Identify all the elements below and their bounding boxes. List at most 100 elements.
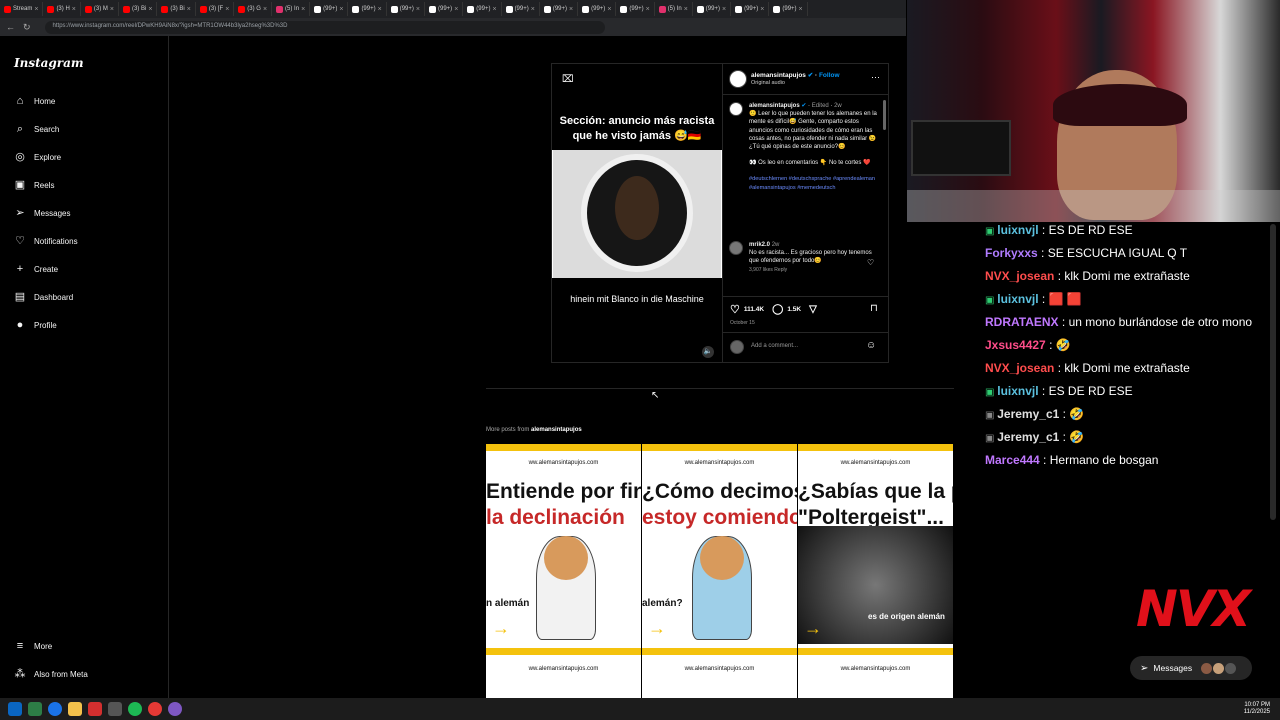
sidebar-item-create[interactable]: + Create xyxy=(14,263,58,275)
also-from-meta[interactable]: ⁂ Also from Meta xyxy=(14,668,88,680)
close-tab-icon[interactable]: × xyxy=(148,6,152,13)
browser-tab[interactable]: (99+) × xyxy=(693,2,732,16)
close-tab-icon[interactable]: × xyxy=(110,6,114,13)
close-tab-icon[interactable]: × xyxy=(72,6,76,13)
comment-likes[interactable]: 3,907 likes xyxy=(749,267,773,273)
instagram-logo[interactable]: Instagram xyxy=(14,56,84,70)
close-tab-icon[interactable]: × xyxy=(569,6,573,13)
browser-tab[interactable]: (99+) × xyxy=(310,2,349,16)
close-tab-icon[interactable]: × xyxy=(722,6,726,13)
browser-tab[interactable]: (99+) × xyxy=(769,2,808,16)
app-icon[interactable] xyxy=(148,702,162,716)
chrome-icon[interactable] xyxy=(48,702,62,716)
app-icon[interactable] xyxy=(88,702,102,716)
sidebar-item-home[interactable]: ⌂ Home xyxy=(14,95,56,107)
comment-username[interactable]: mrik2.0 xyxy=(749,242,770,248)
comment-icon[interactable]: ◯ xyxy=(772,304,783,315)
chat-username[interactable]: Jxsus4427 xyxy=(985,338,1046,352)
browser-tab[interactable]: (3) M × xyxy=(81,2,119,16)
close-tab-icon[interactable]: × xyxy=(607,6,611,13)
author-username[interactable]: alemansintapujos xyxy=(751,72,806,79)
back-icon[interactable]: ← xyxy=(6,22,15,32)
browser-tab[interactable]: (99+) × xyxy=(616,2,655,16)
close-tab-icon[interactable]: × xyxy=(492,6,496,13)
browser-tab[interactable]: Stream × xyxy=(0,2,44,16)
more-post-thumbnail[interactable]: ww.alemansintapujos.com ¿Sabías que la pa… xyxy=(798,444,953,698)
browser-tab[interactable]: (99+) × xyxy=(578,2,617,16)
browser-tab[interactable]: (99+) × xyxy=(348,2,387,16)
audio-label[interactable]: Original audio xyxy=(751,80,785,86)
chat-username[interactable]: RDRATAENX xyxy=(985,315,1059,329)
close-tab-icon[interactable]: × xyxy=(339,6,343,13)
close-tab-icon[interactable]: × xyxy=(799,6,803,13)
browser-tab[interactable]: (5) In × xyxy=(272,2,311,16)
more-menu[interactable]: ≡ More xyxy=(14,640,52,652)
scrollbar[interactable] xyxy=(883,100,886,130)
sidebar-item-dashboard[interactable]: ▤ Dashboard xyxy=(14,291,73,303)
close-tab-icon[interactable]: × xyxy=(454,6,458,13)
sidebar-item-messages[interactable]: ➢ Messages xyxy=(14,207,70,219)
sidebar-item-profile[interactable]: ● Profile xyxy=(14,319,57,331)
sidebar-item-search[interactable]: ⌕ Search xyxy=(14,123,59,135)
more-post-thumbnail[interactable]: ww.alemansintapujos.com ¿Cómo decimos esto… xyxy=(642,444,797,698)
more-posts-user[interactable]: alemansintapujos xyxy=(531,427,582,433)
close-tab-icon[interactable]: × xyxy=(301,6,305,13)
close-tab-icon[interactable]: × xyxy=(531,6,535,13)
crop-icon[interactable]: ⌧ xyxy=(562,74,574,85)
save-icon[interactable]: ⊓ xyxy=(870,303,878,314)
chat-username[interactable]: Jeremy_c1 xyxy=(997,407,1059,421)
clock-time[interactable]: 10:07 PM xyxy=(1244,702,1270,709)
reload-icon[interactable]: ↻ xyxy=(23,22,31,33)
browser-tab[interactable]: (99+) × xyxy=(731,2,770,16)
follow-button[interactable]: Follow xyxy=(819,72,840,79)
close-tab-icon[interactable]: × xyxy=(34,6,38,13)
close-tab-icon[interactable]: × xyxy=(760,6,764,13)
chat-username[interactable]: Forkyxxs xyxy=(985,246,1038,260)
close-tab-icon[interactable]: × xyxy=(225,6,229,13)
hashtags[interactable]: #deutschlernen #deutschsprache #aprendea… xyxy=(749,175,881,191)
chat-username[interactable]: luixnvjl xyxy=(997,292,1038,306)
share-icon[interactable]: ▽ xyxy=(809,304,817,315)
caption-avatar[interactable] xyxy=(729,102,743,116)
browser-tab[interactable]: (99+) × xyxy=(540,2,579,16)
browser-tab[interactable]: (5) In × xyxy=(655,2,693,16)
app-icon[interactable] xyxy=(108,702,122,716)
close-tab-icon[interactable]: × xyxy=(684,6,688,13)
clock-date[interactable]: 11/2/2025 xyxy=(1244,709,1270,716)
messages-pill[interactable]: ➢ Messages xyxy=(1130,656,1252,680)
close-tab-icon[interactable]: × xyxy=(416,6,420,13)
author-avatar[interactable] xyxy=(729,70,747,88)
chat-username[interactable]: Marce444 xyxy=(985,453,1040,467)
more-post-thumbnail[interactable]: ww.alemansintapujos.com Entiende por fin l… xyxy=(486,444,641,698)
sidebar-item-reels[interactable]: ▣ Reels xyxy=(14,179,55,191)
comment-like-icon[interactable]: ♡ xyxy=(867,258,874,267)
page-scrollbar[interactable] xyxy=(1270,224,1276,520)
caption-username[interactable]: alemansintapujos xyxy=(749,103,800,109)
add-comment-input[interactable]: Add a comment... xyxy=(751,343,861,349)
close-tab-icon[interactable]: × xyxy=(263,6,267,13)
mute-icon[interactable]: 🔈 xyxy=(702,346,714,358)
browser-tab[interactable]: (99+) × xyxy=(463,2,502,16)
start-icon[interactable] xyxy=(8,702,22,716)
more-options-icon[interactable]: ⋯ xyxy=(871,72,880,83)
browser-tab[interactable]: (3) H × xyxy=(43,2,81,16)
like-count[interactable]: 111.4K xyxy=(744,306,764,313)
comment-count[interactable]: 1.5K xyxy=(787,306,801,313)
reel-video[interactable]: ⌧ Sección: anuncio más racista que he vi… xyxy=(552,64,722,362)
chat-username[interactable]: Jeremy_c1 xyxy=(997,430,1059,444)
app-icon[interactable] xyxy=(28,702,42,716)
browser-tab[interactable]: (99+) × xyxy=(387,2,425,16)
browser-tab[interactable]: (3) Bi × xyxy=(157,2,196,16)
chat-username[interactable]: luixnvjl xyxy=(997,223,1038,237)
spotify-icon[interactable] xyxy=(128,702,142,716)
url-field[interactable]: https://www.instagram.com/reel/DPwKH9AiN… xyxy=(44,20,605,34)
browser-tab[interactable]: (99+) × xyxy=(502,2,540,16)
sidebar-item-explore[interactable]: ◎ Explore xyxy=(14,151,61,163)
chat-username[interactable]: NVX_josean xyxy=(985,361,1054,375)
close-tab-icon[interactable]: × xyxy=(646,6,650,13)
close-tab-icon[interactable]: × xyxy=(187,6,191,13)
reply-button[interactable]: Reply xyxy=(774,267,787,273)
comment-avatar[interactable] xyxy=(729,241,743,255)
chat-username[interactable]: luixnvjl xyxy=(997,384,1038,398)
browser-tab[interactable]: (3) Bi × xyxy=(119,2,158,16)
